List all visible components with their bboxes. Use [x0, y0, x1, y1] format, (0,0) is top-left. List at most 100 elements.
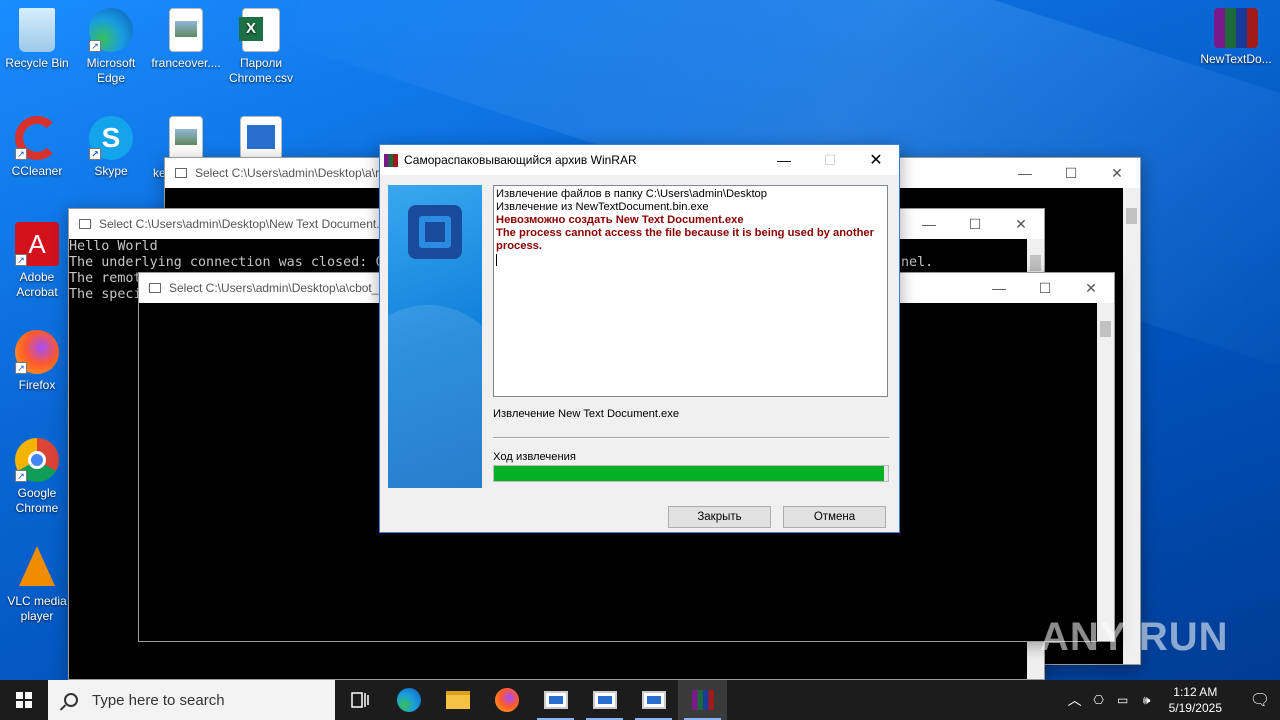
clock-date: 5/19/2025: [1168, 701, 1222, 715]
close-button[interactable]: ✕: [853, 145, 899, 175]
console-icon: [79, 219, 91, 229]
winrar-sfx-dialog[interactable]: Самораспаковывающийся архив WinRAR — ☐ ✕…: [379, 144, 900, 533]
desktop-icon-google-chrome[interactable]: ↗ Google Chrome: [0, 438, 74, 516]
extraction-status: Извлечение New Text Document.exe: [493, 408, 680, 420]
firefox-icon: ↗: [15, 330, 59, 374]
desktop-icon-label: franceover....: [151, 56, 221, 70]
desktop-icon-vlc[interactable]: VLC media player: [0, 546, 74, 624]
desktop-icon-firefox[interactable]: ↗ Firefox: [0, 330, 74, 393]
taskbar-firefox[interactable]: [482, 680, 531, 720]
winrar-archive-icon: [1214, 8, 1258, 48]
edge-icon: ↗: [89, 8, 133, 52]
firefox-icon: [494, 688, 519, 712]
winrar-logo-icon: [408, 205, 462, 259]
winrar-icon: [384, 153, 398, 167]
taskbar-console-3[interactable]: [629, 680, 678, 720]
chrome-icon: ↗: [15, 438, 59, 482]
desktop-icon-label: Google Chrome: [15, 486, 59, 515]
taskbar-search-box[interactable]: Type here to search: [48, 680, 335, 720]
document-icon: [240, 116, 282, 160]
taskbar-console-2[interactable]: [580, 680, 629, 720]
close-button[interactable]: ✕: [998, 209, 1044, 239]
desktop-icon-ccleaner[interactable]: ↗ CCleaner: [0, 116, 74, 179]
taskbar-edge[interactable]: [384, 680, 433, 720]
taskbar: Type here to search ︿ ⎔ ▭ 🕪 1:12 AM 5/19…: [0, 680, 1280, 720]
maximize-button[interactable]: ☐: [1022, 273, 1068, 303]
start-button[interactable]: [0, 680, 48, 720]
cancel-button[interactable]: Отмена: [783, 506, 886, 528]
desktop-icon-passwords-csv[interactable]: X Пароли Chrome.csv: [224, 8, 298, 86]
desktop-icon-label: Microsoft Edge: [86, 56, 136, 85]
minimize-button[interactable]: —: [976, 273, 1022, 303]
folder-icon: [445, 691, 470, 709]
divider: [493, 437, 889, 439]
vertical-scrollbar[interactable]: [1123, 188, 1140, 664]
task-view-icon: [350, 692, 369, 708]
desktop-icon-label: CCleaner: [11, 164, 63, 178]
taskbar-clock[interactable]: 1:12 AM 5/19/2025: [1169, 684, 1222, 716]
image-file-icon: [169, 8, 203, 52]
extraction-log[interactable]: Извлечение файлов в папку C:\Users\admin…: [493, 185, 888, 397]
desktop-icon-franceover[interactable]: franceover....: [149, 8, 223, 71]
minimize-button[interactable]: —: [761, 145, 807, 175]
volume-icon[interactable]: 🕪: [1135, 693, 1159, 708]
desktop-icon-label: NewTextDo...: [1200, 52, 1272, 66]
chevron-up-icon[interactable]: ︿: [1063, 690, 1087, 710]
search-placeholder: Type here to search: [92, 691, 225, 709]
image-file-icon: [169, 116, 203, 160]
console-icon: [149, 283, 161, 293]
desktop-icon-label: Skype: [94, 164, 128, 178]
close-button[interactable]: ✕: [1068, 273, 1114, 303]
task-view-button[interactable]: [335, 680, 384, 720]
vlc-icon: [19, 546, 55, 586]
acrobat-icon: A ↗: [15, 222, 59, 266]
maximize-button[interactable]: ☐: [952, 209, 998, 239]
window-title: Select C:\Users\admin\Desktop\New Text D…: [99, 217, 380, 231]
minimize-button[interactable]: —: [1002, 158, 1048, 188]
console-app-icon: [641, 691, 666, 709]
desktop-icon-recycle-bin[interactable]: Recycle Bin: [0, 8, 74, 71]
window-title: Select C:\Users\admin\Desktop\a\r: [195, 166, 380, 180]
anyrun-watermark: ANY RUN: [1040, 615, 1229, 659]
window-title: Select C:\Users\admin\Desktop\a\cbot_: [169, 281, 379, 295]
winrar-side-banner: [388, 185, 482, 488]
desktop-icon-label: Пароли Chrome.csv: [228, 56, 293, 85]
vertical-scrollbar[interactable]: [1097, 303, 1114, 641]
ccleaner-icon: ↗: [15, 116, 59, 160]
desktop-icon-skype[interactable]: S ↗ Skype: [74, 116, 148, 179]
system-tray: ︿ ⎔ ▭ 🕪 1:12 AM 5/19/2025 🗨: [1063, 680, 1280, 720]
window-titlebar[interactable]: Самораспаковывающийся архив WinRAR — ☐ ✕: [380, 145, 899, 175]
taskbar-winrar[interactable]: [678, 680, 727, 720]
desktop-icon-label: VLC media player: [7, 594, 67, 623]
search-icon: [64, 693, 78, 707]
taskbar-console-1[interactable]: [531, 680, 580, 720]
desktop-icon-edge[interactable]: ↗ Microsoft Edge: [74, 8, 148, 86]
desktop-icon-adobe-acrobat[interactable]: A ↗ Adobe Acrobat: [0, 222, 74, 300]
log-line: Извлечение файлов в папку C:\Users\admin…: [496, 188, 767, 200]
recycle-bin-icon: [19, 8, 55, 52]
edge-icon: [396, 688, 421, 712]
window-title: Самораспаковывающийся архив WinRAR: [404, 153, 637, 167]
close-button[interactable]: ✕: [1094, 158, 1140, 188]
winrar-icon: [691, 690, 714, 710]
notification-icon[interactable]: 🗨: [1240, 690, 1280, 710]
desktop-icon-newtextdocument[interactable]: NewTextDo...: [1199, 8, 1273, 67]
windows-icon: [16, 692, 32, 708]
console-line-tail: nel.: [901, 255, 934, 270]
console-app-icon: [592, 691, 617, 709]
network-icon[interactable]: ⎔: [1087, 693, 1111, 707]
progress-bar: [493, 465, 889, 482]
clock-time: 1:12 AM: [1173, 685, 1218, 699]
maximize-button[interactable]: ☐: [1048, 158, 1094, 188]
display-icon[interactable]: ▭: [1111, 693, 1135, 707]
close-dialog-button[interactable]: Закрыть: [668, 506, 771, 528]
minimize-button[interactable]: —: [906, 209, 952, 239]
excel-icon: X: [239, 8, 280, 52]
maximize-button: ☐: [823, 151, 837, 168]
desktop-icon-label: Recycle Bin: [5, 56, 69, 70]
console-icon: [175, 168, 187, 178]
taskbar-file-explorer[interactable]: [433, 680, 482, 720]
log-error: Невозможно создать New Text Document.exe: [496, 214, 744, 226]
skype-icon: S ↗: [89, 116, 133, 160]
text-cursor: [496, 254, 497, 266]
